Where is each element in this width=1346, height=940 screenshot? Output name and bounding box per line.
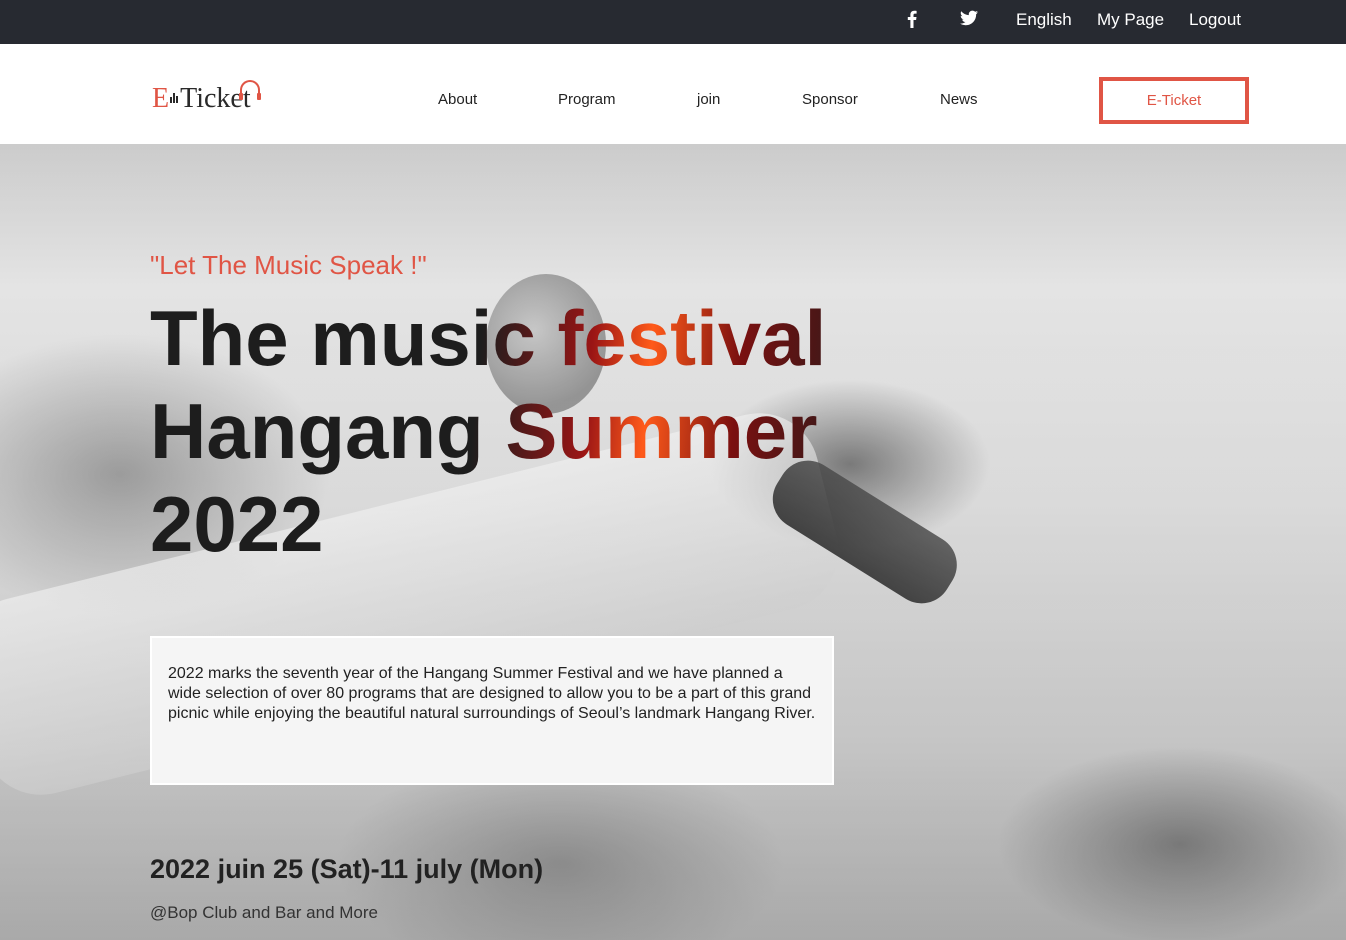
eticket-button[interactable]: E-Ticket xyxy=(1099,77,1249,124)
hero-section: "Let The Music Speak !" The music festiv… xyxy=(0,144,1346,940)
language-link[interactable]: English xyxy=(1016,10,1072,30)
site-header: E Ticket About Program join Sponsor News … xyxy=(0,44,1346,144)
event-venue: @Bop Club and Bar and More xyxy=(150,903,378,922)
hero-title-line-2: Hangang Summer xyxy=(150,387,818,475)
hero-tagline: "Let The Music Speak !" xyxy=(150,250,427,280)
mypage-link[interactable]: My Page xyxy=(1097,10,1164,30)
nav-item-about[interactable]: About xyxy=(438,91,477,109)
headphones-icon xyxy=(239,80,261,100)
facebook-icon[interactable] xyxy=(906,10,918,28)
top-utility-bar: English My Page Logout xyxy=(0,0,1346,44)
logo-letter-e: E xyxy=(152,83,170,114)
festival-description: 2022 marks the seventh year of the Hanga… xyxy=(168,665,816,722)
description-box: 2022 marks the seventh year of the Hanga… xyxy=(150,636,834,785)
hero-title: The music festival Hangang Summer 2022 xyxy=(150,292,870,571)
hero-title-line-1: The music festival xyxy=(150,294,827,382)
hero-title-line-3: 2022 xyxy=(150,480,324,568)
twitter-icon[interactable] xyxy=(960,10,978,28)
nav-item-sponsor[interactable]: Sponsor xyxy=(802,91,858,109)
nav-item-program[interactable]: Program xyxy=(558,91,616,109)
nav-item-news[interactable]: News xyxy=(940,91,978,109)
eticket-logo[interactable]: E Ticket xyxy=(152,80,267,116)
event-date: 2022 juin 25 (Sat)-11 july (Mon) xyxy=(150,854,544,884)
sound-bars-icon xyxy=(170,93,179,107)
nav-item-join[interactable]: join xyxy=(697,91,720,109)
logo-word: Ticke xyxy=(180,83,243,114)
logout-link[interactable]: Logout xyxy=(1189,10,1241,30)
